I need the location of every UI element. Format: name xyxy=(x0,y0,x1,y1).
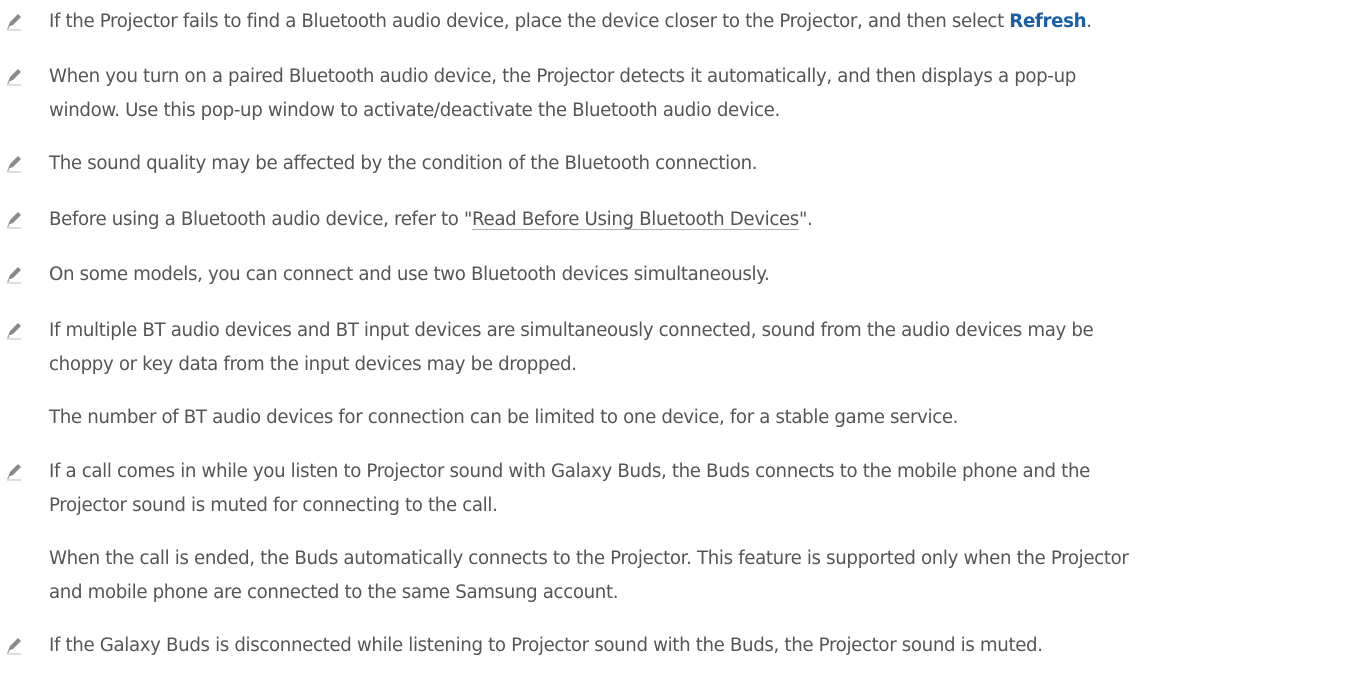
pencil-note-icon xyxy=(4,11,26,33)
pencil-note-icon xyxy=(4,209,26,231)
note-paragraph: When the call is ended, the Buds automat… xyxy=(49,548,1129,569)
note-text-line: window. Use this pop-up window to activa… xyxy=(49,100,780,121)
note-text-line: If multiple BT audio devices and BT inpu… xyxy=(49,320,1094,341)
refresh-link[interactable]: Refresh xyxy=(1009,11,1086,32)
note-text-line: If the Galaxy Buds is disconnected while… xyxy=(49,635,1043,656)
pencil-note-icon xyxy=(4,635,26,657)
note-text: If the Projector fails to find a Bluetoo… xyxy=(49,5,1354,38)
read-before-using-bluetooth-link[interactable]: Read Before Using Bluetooth Devices xyxy=(472,209,799,230)
note-text-segment: . xyxy=(1086,11,1092,32)
note-text-line: Projector sound is muted for connecting … xyxy=(49,495,498,516)
note-text-line: The sound quality may be affected by the… xyxy=(49,153,758,174)
pencil-note-icon xyxy=(4,461,26,483)
pencil-note-icon xyxy=(4,153,26,175)
note-text-segment: Before using a Bluetooth audio device, r… xyxy=(49,209,473,230)
note-text-segment: If the Projector fails to find a Bluetoo… xyxy=(49,11,1010,32)
pencil-note-icon xyxy=(4,320,26,342)
note-text: Before using a Bluetooth audio device, r… xyxy=(49,203,1354,236)
note-text-line: If a call comes in while you listen to P… xyxy=(49,461,1090,482)
note-text-line: choppy or key data from the input device… xyxy=(49,354,577,375)
notes-list: If the Projector fails to find a Bluetoo… xyxy=(0,0,1362,685)
note-paragraph: and mobile phone are connected to the sa… xyxy=(49,582,619,603)
note-text-line: When you turn on a paired Bluetooth audi… xyxy=(49,66,1076,87)
pencil-note-icon xyxy=(4,66,26,88)
note-text-line: On some models, you can connect and use … xyxy=(49,264,770,285)
note-text-segment: ". xyxy=(798,209,813,230)
note-paragraph: The number of BT audio devices for conne… xyxy=(49,407,959,428)
pencil-note-icon xyxy=(4,264,26,286)
